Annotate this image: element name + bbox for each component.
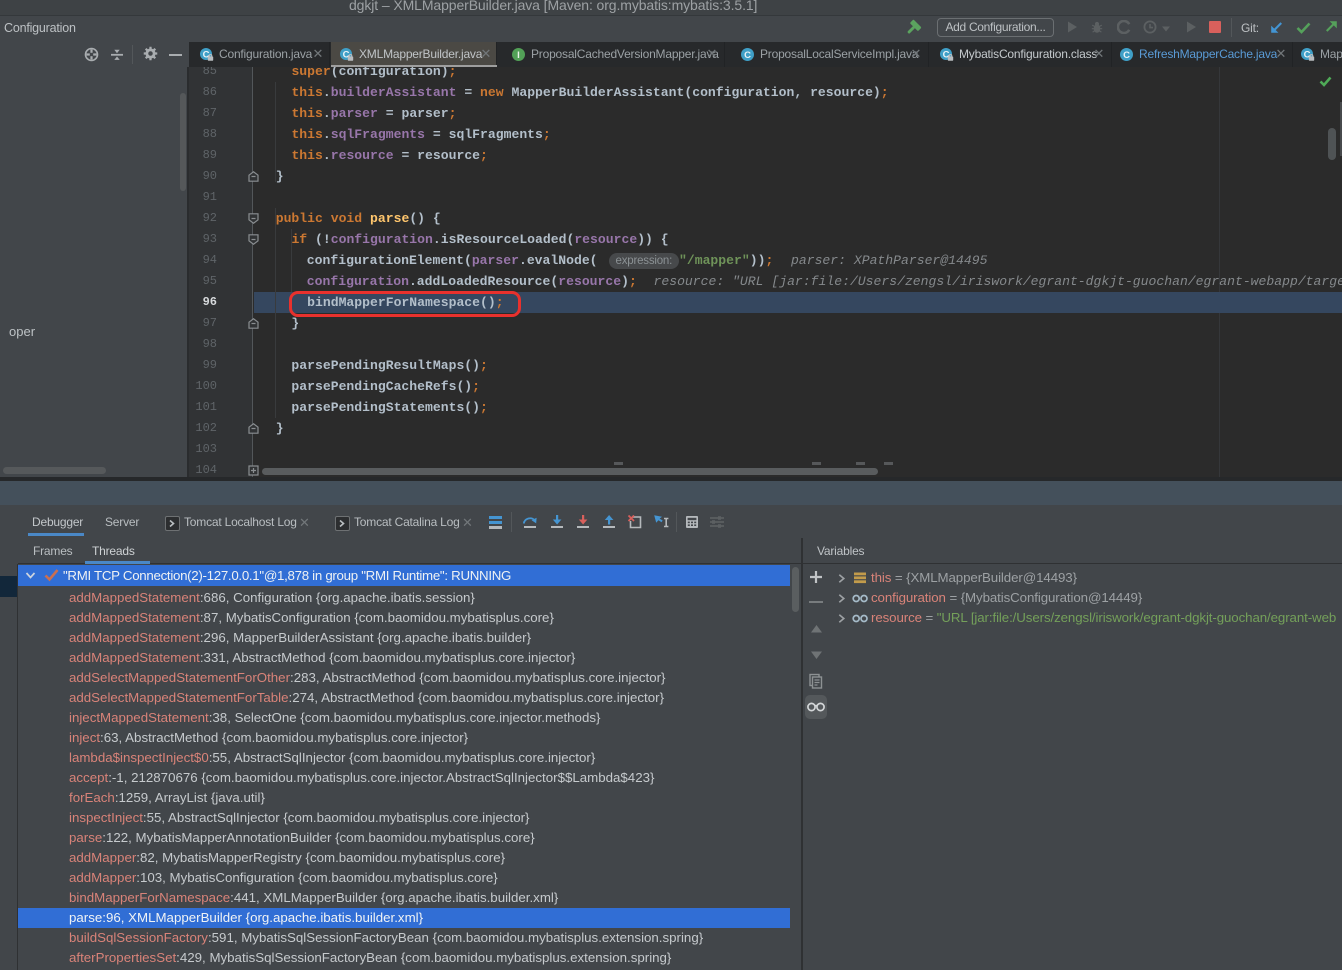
svg-text:C: C: [744, 50, 751, 61]
svg-text:I: I: [517, 50, 520, 61]
svg-text:C: C: [1123, 50, 1130, 61]
